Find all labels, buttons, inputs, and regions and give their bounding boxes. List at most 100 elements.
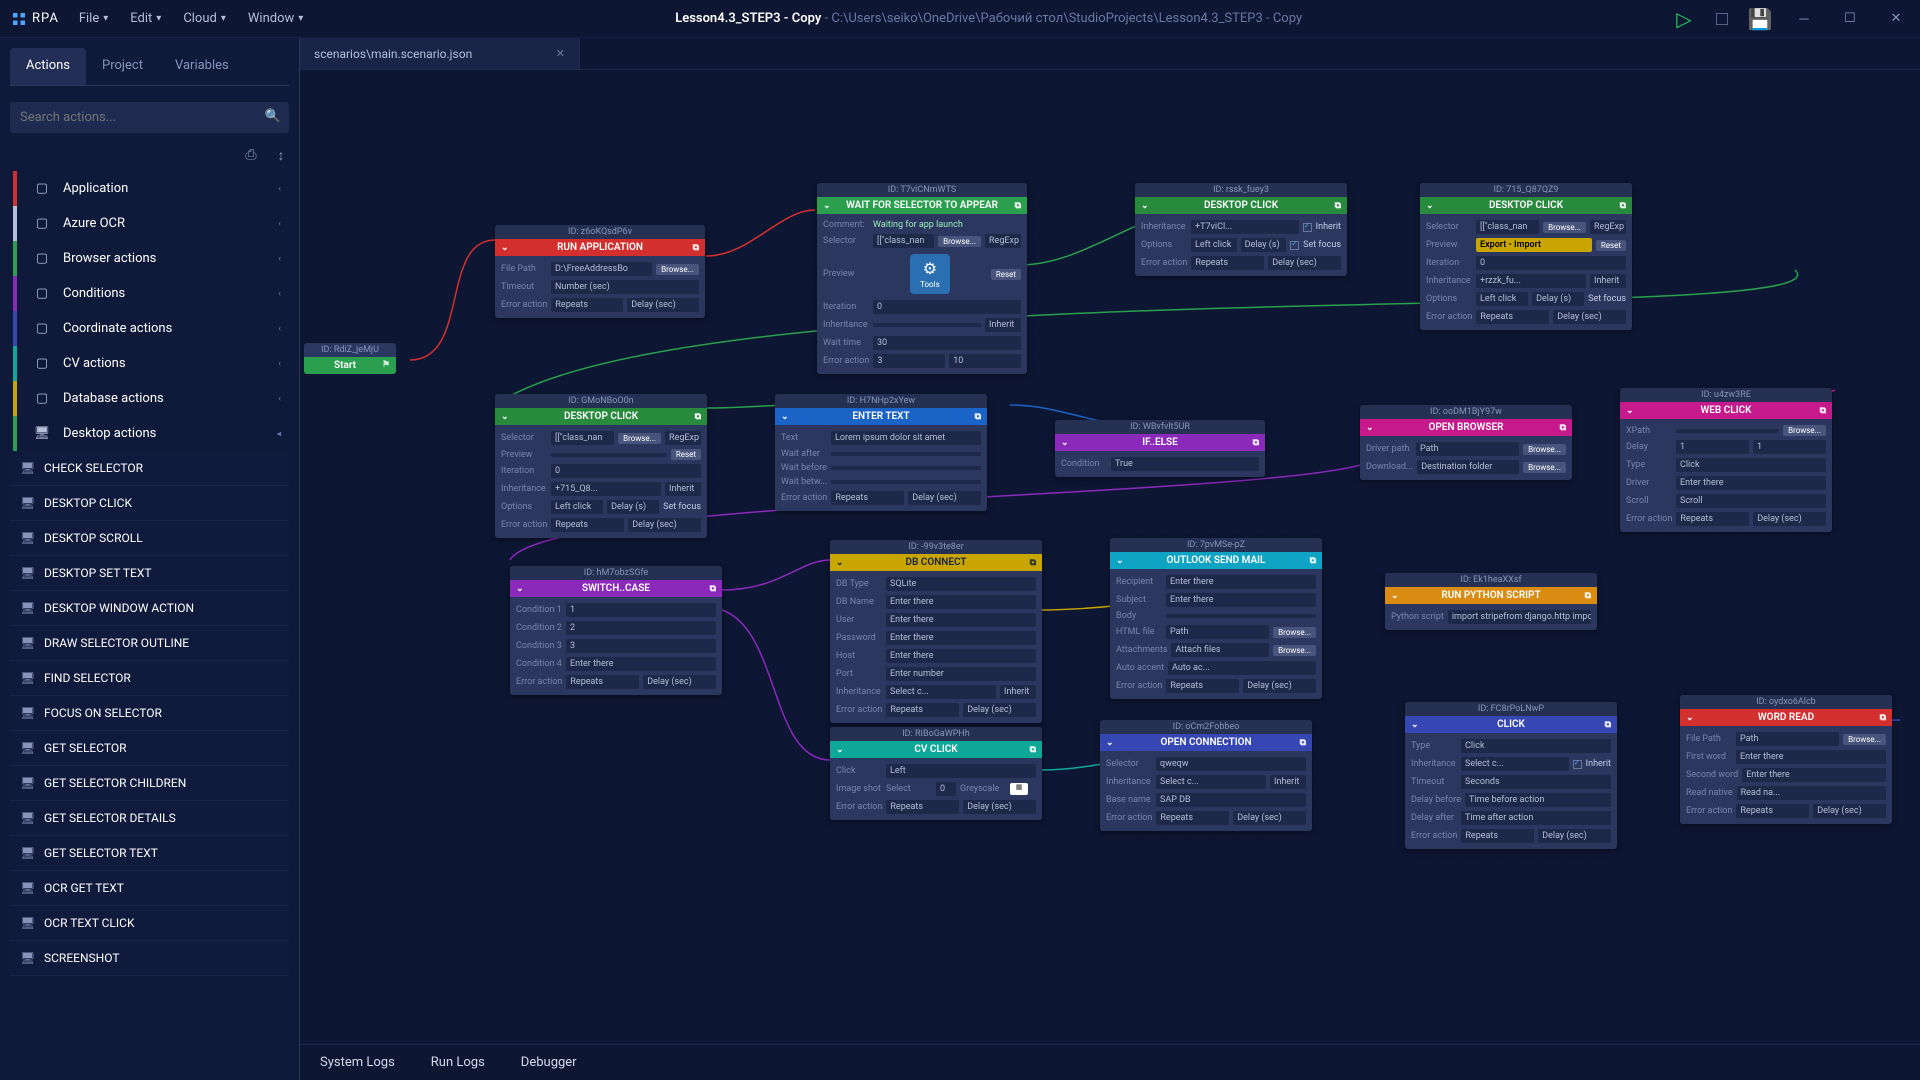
db-type-select[interactable]: SQLite (886, 577, 1036, 591)
node-run-python[interactable]: ID: Ek1heaXXsf ⌄RUN PYTHON SCRIPT⧉ Pytho… (1385, 573, 1597, 630)
category-database-actions[interactable]: ▢Database actions‹ (10, 381, 289, 416)
inheritance-select[interactable]: +T7viCl... (1191, 220, 1299, 234)
copy-icon[interactable]: ⧉ (710, 584, 716, 594)
category-azure-ocr[interactable]: ▢Azure OCR‹ (10, 206, 289, 241)
copy-icon[interactable]: ⧉ (1880, 713, 1886, 723)
action-screenshot[interactable]: 🖥SCREENSHOT (10, 941, 289, 976)
action-get-selector[interactable]: 🖥GET SELECTOR (10, 731, 289, 766)
tab-variables[interactable]: Variables (159, 48, 245, 85)
browse-button[interactable]: Browse... (938, 236, 981, 247)
action-draw-selector-outline[interactable]: 🖥DRAW SELECTOR OUTLINE (10, 626, 289, 661)
copy-icon[interactable]: ⧉ (1300, 738, 1306, 748)
action-desktop-window-action[interactable]: 🖥DESKTOP WINDOW ACTION (10, 591, 289, 626)
action-find-selector[interactable]: 🖥FIND SELECTOR (10, 661, 289, 696)
category-cv-actions[interactable]: ▢CV actions‹ (10, 346, 289, 381)
copy-icon[interactable]: ⧉ (1310, 556, 1316, 566)
expand-all-icon[interactable]: ↕ (273, 147, 289, 163)
browse-button[interactable]: Browse... (618, 433, 661, 444)
maximize-icon[interactable]: ☐ (1836, 5, 1864, 33)
condition-input[interactable]: True (1111, 457, 1259, 471)
close-icon[interactable]: ✕ (1882, 5, 1910, 33)
menu-window[interactable]: Window▾ (248, 11, 303, 26)
canvas[interactable]: ID: RdiZ_jeMjU Start⚑ ID: z6oKQsdP6v ⌄RU… (300, 70, 1920, 1044)
action-desktop-click[interactable]: 🖥DESKTOP CLICK (10, 486, 289, 521)
category-desktop-actions[interactable]: 🖥 Desktop actions ▾ (10, 416, 289, 451)
copy-icon[interactable]: ⧉ (1015, 201, 1021, 211)
reset-button[interactable]: Reset (991, 269, 1021, 280)
node-if-else[interactable]: ID: WBvfvlt5UR ⌄IF..ELSE⧉ ConditionTrue (1055, 420, 1265, 477)
node-desktop-click-2[interactable]: ID: 715_Q87QZ9 ⌄DESKTOP CLICK⧉ Selector[… (1420, 183, 1632, 330)
copy-icon[interactable]: ⧉ (695, 412, 701, 422)
browse-button[interactable]: Browse... (1523, 462, 1566, 473)
action-focus-on-selector[interactable]: 🖥FOCUS ON SELECTOR (10, 696, 289, 731)
node-web-click[interactable]: ID: u4zw3RE ⌄WEB CLICK⧉ XPathBrowse... D… (1620, 388, 1832, 532)
node-open-connection[interactable]: ID: oCm2Fobbeo ⌄OPEN CONNECTION⧉ Selecto… (1100, 720, 1312, 831)
copy-icon[interactable]: ⧉ (1605, 720, 1611, 730)
minimize-icon[interactable]: ─ (1790, 5, 1818, 33)
action-get-selector-details[interactable]: 🖥GET SELECTOR DETAILS (10, 801, 289, 836)
text-input[interactable]: Lorem ipsum dolor sit amet (831, 431, 981, 445)
action-desktop-set-text[interactable]: 🖥DESKTOP SET TEXT (10, 556, 289, 591)
copy-icon[interactable]: ⧉ (975, 412, 981, 422)
tab-project[interactable]: Project (86, 48, 159, 85)
browse-button[interactable]: Browse... (1523, 444, 1566, 455)
action-get-selector-text[interactable]: 🖥GET SELECTOR TEXT (10, 836, 289, 871)
run-icon[interactable]: ▷ (1674, 9, 1694, 29)
category-coordinate-actions[interactable]: ▢Coordinate actions‹ (10, 311, 289, 346)
document-tab[interactable]: scenarios\main.scenario.json ✕ (300, 38, 580, 69)
copy-icon[interactable]: ⧉ (1620, 201, 1626, 211)
category-application[interactable]: ▢Application‹ (10, 171, 289, 206)
menu-cloud[interactable]: Cloud▾ (183, 11, 226, 26)
stop-icon[interactable]: □ (1712, 9, 1732, 29)
node-db-connect[interactable]: ID: -99v3te8er ⌄DB CONNECT⧉ DB TypeSQLit… (830, 540, 1042, 723)
copy-icon[interactable]: ⧉ (693, 243, 699, 253)
node-run-application[interactable]: ID: z6oKQsdP6v ⌄RUN APPLICATION⧉ File Pa… (495, 225, 705, 318)
browse-button[interactable]: Browse... (1273, 645, 1316, 656)
browse-button[interactable]: Browse... (1843, 734, 1886, 745)
action-get-selector-children[interactable]: 🖥GET SELECTOR CHILDREN (10, 766, 289, 801)
copy-icon[interactable]: ⧉ (1560, 423, 1566, 433)
search-input[interactable] (10, 102, 289, 133)
copy-icon[interactable]: ⧉ (1585, 591, 1591, 601)
action-ocr-get-text[interactable]: 🖥OCR GET TEXT (10, 871, 289, 906)
browse-button[interactable]: Browse... (1543, 222, 1586, 233)
action-check-selector[interactable]: 🖥CHECK SELECTOR (10, 451, 289, 486)
action-desktop-scroll[interactable]: 🖥DESKTOP SCROLL (10, 521, 289, 556)
copy-icon[interactable]: ⧉ (1335, 201, 1341, 211)
copy-icon[interactable]: ⧉ (1820, 406, 1826, 416)
tab-run-logs[interactable]: Run Logs (431, 1055, 485, 1070)
tab-debugger[interactable]: Debugger (521, 1055, 577, 1070)
node-click[interactable]: ID: FC8rPoLNwP ⌄CLICK⧉ TypeClick Inherit… (1405, 702, 1617, 849)
menu-file[interactable]: File▾ (79, 11, 108, 26)
copy-icon[interactable]: ⧉ (1030, 558, 1036, 568)
copy-icon[interactable]: ⧉ (1030, 745, 1036, 755)
browse-button[interactable]: Browse... (656, 264, 699, 275)
node-desktop-click-1[interactable]: ID: rssk_fuey3 ⌄DESKTOP CLICK⧉ Inheritan… (1135, 183, 1347, 276)
node-switch-case[interactable]: ID: hM7obzSGfe ⌄SWITCH..CASE⧉ Condition … (510, 566, 722, 695)
copy-icon[interactable]: ⧉ (1253, 438, 1259, 448)
node-outlook-send-mail[interactable]: ID: 7pvMSe-pZ ⌄OUTLOOK SEND MAIL⧉ Recipi… (1110, 538, 1322, 699)
node-start[interactable]: ID: RdiZ_jeMjU Start⚑ (304, 343, 396, 374)
tab-system-logs[interactable]: System Logs (320, 1055, 395, 1070)
node-enter-text[interactable]: ID: H7NHp2xYew ⌄ENTER TEXT⧉ TextLorem ip… (775, 394, 987, 511)
action-ocr-text-click[interactable]: 🖥OCR TEXT CLICK (10, 906, 289, 941)
search-icon[interactable]: 🔍 (265, 109, 281, 124)
category-browser-actions[interactable]: ▢Browser actions‹ (10, 241, 289, 276)
script-input[interactable]: import stripefrom django.http import t (1448, 610, 1591, 624)
timeout-input[interactable]: Number (sec) (551, 280, 699, 294)
selector-input[interactable]: [["class_nan (873, 234, 934, 248)
node-word-read[interactable]: ID: oydxo6Alcb ⌄WORD READ⧉ File PathPath… (1680, 695, 1892, 824)
node-open-browser[interactable]: ID: ooDM1BjY97w ⌄OPEN BROWSER⧉ Driver pa… (1360, 405, 1572, 480)
reset-button[interactable]: Reset (671, 449, 701, 460)
browse-button[interactable]: Browse... (1273, 627, 1316, 638)
node-desktop-click-3[interactable]: ID: GMoNBoO0n ⌄DESKTOP CLICK⧉ Selector[[… (495, 394, 707, 538)
node-cv-click[interactable]: ID: RIBoGaWPHh ⌄CV CLICK⧉ ClickLeft Imag… (830, 727, 1042, 820)
node-wait-for-selector[interactable]: ID: T7viCNmWTS ⌄WAIT FOR SELECTOR TO APP… (817, 183, 1027, 374)
category-conditions[interactable]: ▢Conditions‹ (10, 276, 289, 311)
browse-button[interactable]: Browse... (1783, 425, 1826, 436)
collapse-all-icon[interactable]: ⎙ (243, 147, 259, 163)
reset-button[interactable]: Reset (1596, 240, 1626, 251)
save-icon[interactable]: 💾 (1750, 9, 1770, 29)
tab-actions[interactable]: Actions (10, 48, 86, 85)
menu-edit[interactable]: Edit▾ (130, 11, 161, 26)
